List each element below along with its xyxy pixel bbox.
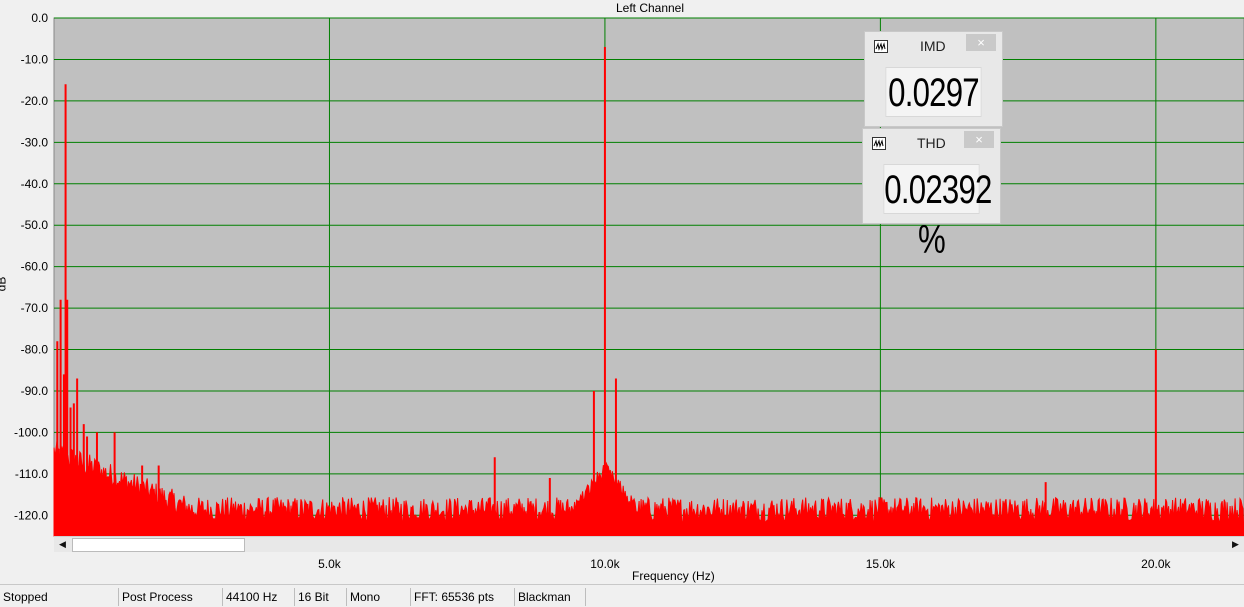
status-window: Blackman <box>514 588 586 606</box>
scroll-left-icon[interactable]: ◀ <box>54 537 71 552</box>
imd-title: IMD <box>920 38 946 54</box>
meter-icon <box>874 40 888 53</box>
plot-area <box>53 17 1244 537</box>
status-bit-depth: 16 Bit <box>294 588 346 606</box>
y-tick-label: -30.0 <box>21 135 49 149</box>
thd-value: 0.02392 % <box>883 164 992 262</box>
y-tick-label: -40.0 <box>21 177 49 191</box>
status-sample-rate: 44100 Hz <box>222 588 294 606</box>
y-tick-label: -110.0 <box>15 467 48 481</box>
y-tick-label: -100.0 <box>14 425 48 439</box>
close-icon[interactable]: × <box>966 34 996 51</box>
scroll-thumb[interactable] <box>72 538 245 552</box>
status-fft-size: FFT: 65536 pts <box>410 588 514 606</box>
thd-title: THD <box>917 135 946 151</box>
x-tick-label: 10.0k <box>590 557 620 571</box>
x-tick-label: 20.0k <box>1141 557 1171 571</box>
spectrum-plot[interactable]: 0.0 -10.0 -20.0 -30.0 -40.0 -50.0 -60.0 -70.0 -8… <box>0 0 1244 584</box>
y-tick-label: -20.0 <box>21 94 49 108</box>
status-mode: Post Process <box>118 588 222 606</box>
y-axis-ticks: 0.0 -10.0 -20.0 -30.0 -40.0 -50.0 -60.0 -70.0 -8… <box>14 11 48 522</box>
y-tick-label: -60.0 <box>21 260 49 274</box>
meter-icon <box>872 137 886 150</box>
scroll-right-icon[interactable]: ▶ <box>1227 537 1244 552</box>
x-tick-label: 5.0k <box>318 557 342 571</box>
imd-value: 0.0297 % <box>885 67 982 165</box>
x-tick-label: 15.0k <box>866 557 896 571</box>
imd-meter[interactable]: IMD × 0.0297 % <box>864 31 1003 165</box>
y-tick-label: -70.0 <box>21 301 49 315</box>
y-tick-label: -80.0 <box>21 343 49 357</box>
y-tick-label: -120.0 <box>14 508 48 522</box>
horizontal-scrollbar[interactable]: ◀ ▶ <box>54 536 1244 552</box>
status-bar: Stopped Post Process 44100 Hz 16 Bit Mon… <box>0 584 1244 607</box>
y-axis-label: dB <box>0 276 9 292</box>
y-tick-label: -90.0 <box>21 384 49 398</box>
status-state: Stopped <box>3 590 48 604</box>
close-icon[interactable]: × <box>964 131 994 148</box>
y-tick-label: 0.0 <box>31 11 48 25</box>
thd-meter[interactable]: THD × 0.02392 % <box>862 128 1001 262</box>
status-channels: Mono <box>346 588 410 606</box>
x-axis-ticks: 5.0k 10.0k 15.0k 20.0k <box>318 557 1171 571</box>
x-axis-label: Frequency (Hz) <box>632 569 715 583</box>
y-tick-label: -10.0 <box>21 52 49 66</box>
y-tick-label: -50.0 <box>21 218 49 232</box>
